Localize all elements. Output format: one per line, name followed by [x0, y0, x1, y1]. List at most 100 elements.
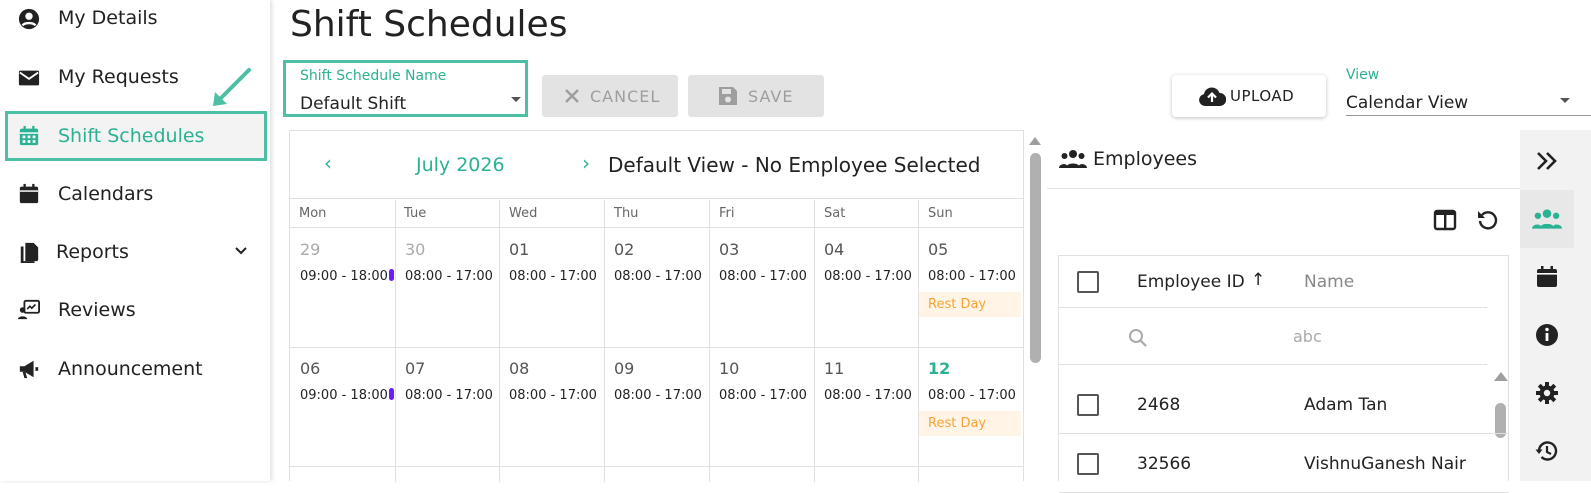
rail-calendar-button[interactable] [1520, 248, 1574, 306]
save-icon [719, 87, 737, 105]
sidebar-item-reviews[interactable]: Reviews [0, 286, 270, 334]
shift-time-text: 08:00 - 17:00 [824, 388, 912, 403]
search-icon[interactable] [1128, 328, 1148, 348]
name-header[interactable]: Name [1304, 272, 1354, 292]
calendar-icon [19, 183, 39, 204]
scroll-up-arrow-icon[interactable] [1029, 137, 1041, 145]
sidebar-item-shift-schedules[interactable]: Shift Schedules [5, 111, 267, 161]
calendar-day-cell[interactable]: 05 08:00 - 17:00 Rest Day [918, 229, 1022, 347]
calendar-grid-icon [19, 125, 39, 146]
day-number: 07 [405, 359, 426, 378]
shift-time-text: 09:00 - 18:00 [300, 388, 388, 403]
history-icon [1535, 441, 1558, 461]
day-number: 09 [614, 359, 635, 378]
shift-time-text: 09:00 - 18:00 [300, 269, 388, 284]
grid-spacer [1059, 366, 1509, 376]
upload-button[interactable]: UPLOAD [1172, 75, 1326, 117]
collapse-panel-button[interactable] [1520, 132, 1574, 190]
columns-icon[interactable] [1433, 208, 1457, 232]
cancel-button[interactable]: CANCEL [542, 75, 678, 117]
shift-schedule-select[interactable]: Shift Schedule Name Default Shift [283, 60, 528, 117]
name-filter-input[interactable]: abc [1293, 327, 1322, 346]
day-number: 29 [300, 240, 321, 259]
sidebar-item-label: Announcement [58, 358, 203, 380]
row-checkbox[interactable] [1077, 453, 1099, 475]
calendar-day-cell[interactable]: 10 08:00 - 17:00 [709, 348, 813, 466]
shift-time: 08:00 - 17:00 [405, 388, 493, 403]
cancel-label: CANCEL [590, 86, 661, 106]
calendar-day-cell[interactable]: 01 08:00 - 17:00 [499, 229, 603, 347]
calendar-day-cell[interactable]: 07 08:00 - 17:00 [395, 348, 499, 466]
sort-ascending-icon[interactable]: ↑ [1251, 270, 1265, 290]
shift-time: 08:00 - 17:00 [928, 269, 1016, 284]
employees-panel: Employees Employee ID ↑ Name abc 2468 Ad… [1047, 130, 1520, 493]
people-icon [1532, 209, 1562, 229]
shift-time: 08:00 - 17:00 [509, 388, 597, 403]
chevron-down-icon[interactable] [234, 244, 248, 258]
view-underline [1346, 115, 1591, 116]
grid-line [290, 466, 1023, 467]
view-value: Calendar View [1346, 93, 1469, 113]
calendar-day-cell[interactable]: 08 08:00 - 17:00 [499, 348, 603, 466]
reset-icon[interactable] [1476, 208, 1500, 232]
shift-time: 08:00 - 17:00 [405, 269, 493, 284]
shift-calendar: ‹ July 2026 › Default View - No Employee… [289, 130, 1024, 482]
sidebar-item-announcement[interactable]: Announcement [0, 345, 270, 393]
calendar-header: ‹ July 2026 › Default View - No Employee… [290, 131, 1023, 199]
calendar-day-cell[interactable]: 06 09:00 - 18:00 [290, 348, 394, 466]
people-icon [1059, 150, 1087, 168]
rail-employees-button[interactable] [1520, 190, 1574, 248]
calendar-day-cell[interactable]: 03 08:00 - 17:00 [709, 229, 813, 347]
shift-time-text: 08:00 - 17:00 [509, 269, 597, 284]
day-number: 08 [509, 359, 530, 378]
calendar-month: July 2026 [416, 154, 505, 176]
calendar-day-cell[interactable]: 09 08:00 - 17:00 [604, 348, 708, 466]
megaphone-icon [19, 360, 39, 379]
grid-line [814, 200, 815, 482]
prev-month-button[interactable]: ‹ [324, 151, 332, 175]
close-icon [565, 89, 579, 103]
view-select[interactable]: View Calendar View [1346, 64, 1591, 116]
info-icon [1536, 324, 1558, 346]
day-number: 02 [614, 240, 635, 259]
shift-schedule-value: Default Shift [300, 94, 407, 114]
employees-grid: Employee ID ↑ Name abc 2468 Adam Tan 325… [1058, 255, 1509, 493]
sidebar-item-reports[interactable]: Reports [0, 228, 270, 276]
sidebar-item-label: Calendars [58, 183, 154, 205]
calendar-day-cell[interactable]: 11 08:00 - 17:00 [814, 348, 918, 466]
rail-settings-button[interactable] [1520, 364, 1574, 422]
calendar-view-name: Default View - No Employee Selected [608, 153, 981, 177]
rail-history-button[interactable] [1520, 422, 1574, 480]
calendar-day-cell[interactable]: 04 08:00 - 17:00 [814, 229, 918, 347]
row-checkbox[interactable] [1077, 394, 1099, 416]
next-month-button[interactable]: › [582, 151, 590, 175]
grid-header: Employee ID ↑ Name [1059, 256, 1487, 308]
table-row[interactable]: 2468 Adam Tan [1059, 376, 1509, 434]
shift-schedule-label: Shift Schedule Name [300, 68, 447, 84]
sidebar-item-my-details[interactable]: My Details [0, 0, 270, 42]
employee-id-header[interactable]: Employee ID [1137, 272, 1245, 292]
upload-label: UPLOAD [1230, 87, 1295, 105]
calendar-scrollbar[interactable] [1030, 153, 1041, 363]
calendar-day-cell[interactable]: 12 08:00 - 17:00 Rest Day [918, 348, 1022, 466]
rail-info-button[interactable] [1520, 306, 1574, 364]
employee-id-cell: 32566 [1137, 454, 1192, 474]
shift-time-text: 08:00 - 17:00 [719, 388, 807, 403]
shift-time-text: 08:00 - 17:00 [405, 269, 493, 284]
calendar-day-cell[interactable]: 02 08:00 - 17:00 [604, 229, 708, 347]
sidebar-item-label: My Details [58, 7, 158, 29]
employee-name-cell: Adam Tan [1304, 395, 1388, 415]
shift-time: 08:00 - 17:00 [509, 269, 597, 284]
shift-time: 08:00 - 17:00 [928, 388, 1016, 403]
grid-line [709, 200, 710, 482]
grid-line [604, 200, 605, 482]
calendar-day-cell[interactable]: 29 09:00 - 18:00 [290, 229, 394, 347]
save-button[interactable]: SAVE [688, 75, 824, 117]
shift-marker-icon [388, 388, 394, 400]
shift-time-text: 08:00 - 17:00 [719, 269, 807, 284]
shift-time-text: 08:00 - 17:00 [614, 388, 702, 403]
sidebar-item-calendars[interactable]: Calendars [0, 170, 270, 218]
select-all-checkbox[interactable] [1077, 271, 1099, 293]
table-row[interactable]: 32566 VishnuGanesh Nair [1059, 435, 1509, 493]
calendar-day-cell[interactable]: 30 08:00 - 17:00 [395, 229, 499, 347]
